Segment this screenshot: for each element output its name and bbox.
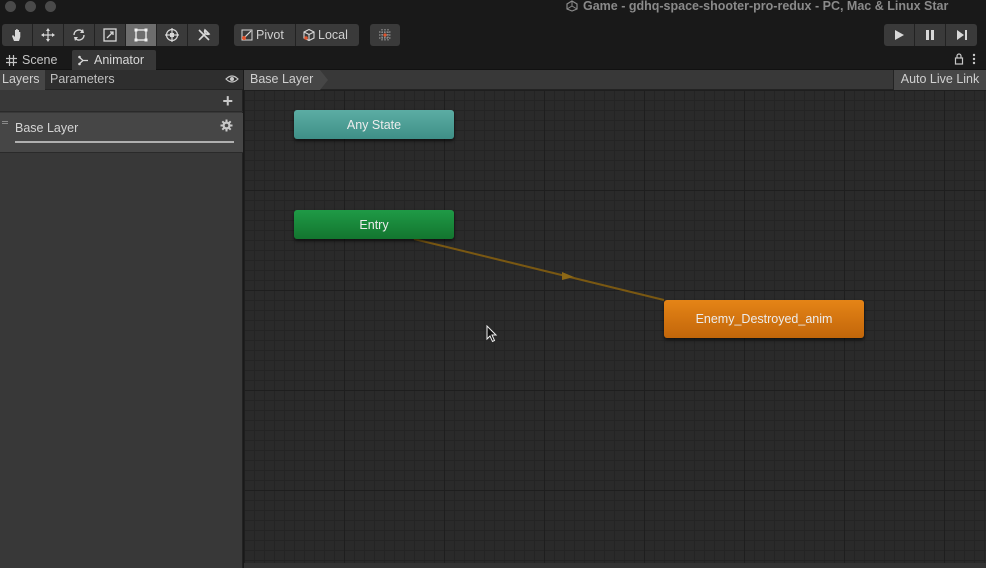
window-title: Game - gdhq-space-shooter-pro-redux - PC…	[566, 0, 948, 14]
layer-name: Base Layer	[15, 121, 79, 135]
animator-graph[interactable]: Base Layer Auto Live Link Any State Entr…	[244, 70, 986, 568]
local-label: Local	[318, 28, 348, 42]
scene-grid-icon	[6, 54, 17, 66]
add-layer-row: +	[0, 90, 243, 112]
lock-icon[interactable]	[954, 53, 964, 65]
graph-bottom-edge	[244, 563, 986, 568]
play-icon	[895, 30, 904, 40]
title-bar: Game - gdhq-space-shooter-pro-redux - PC…	[0, 0, 986, 14]
local-cube-icon	[303, 28, 315, 42]
rect-transform-icon	[134, 28, 148, 42]
add-layer-button[interactable]: +	[222, 92, 233, 110]
tab-scene[interactable]: Scene	[0, 50, 72, 70]
drag-handle-icon[interactable]	[2, 121, 8, 124]
breadcrumb[interactable]: Base Layer	[244, 70, 328, 90]
scale-icon	[103, 28, 117, 42]
move-arrows-icon	[41, 28, 55, 42]
pivot-button[interactable]: Pivot	[234, 24, 296, 46]
layers-panel: Layers Parameters + Base Layer	[0, 70, 243, 568]
tab-animator-label: Animator	[94, 53, 145, 67]
transform-gizmo-icon	[165, 28, 179, 42]
unity-logo-icon	[566, 0, 578, 12]
auto-live-link-button[interactable]: Auto Live Link	[893, 70, 986, 90]
pause-icon	[926, 30, 934, 40]
hand-icon	[12, 29, 21, 41]
layer-weight-slider[interactable]	[15, 141, 234, 143]
play-button[interactable]	[884, 24, 915, 46]
grid-snap-icon	[379, 29, 391, 41]
transform-tools	[2, 24, 219, 46]
rotate-icon	[73, 29, 85, 41]
toolbar: Pivot Local	[0, 14, 986, 50]
tools-icon	[197, 28, 210, 41]
pivot-toggle-group: Pivot Local	[234, 24, 359, 46]
rotate-tool-button[interactable]	[64, 24, 95, 46]
mouse-cursor-icon	[486, 325, 498, 343]
maximize-window-button[interactable]	[45, 1, 56, 12]
tab-layers[interactable]: Layers	[0, 70, 45, 90]
hand-tool-button[interactable]	[2, 24, 33, 46]
local-button[interactable]: Local	[296, 24, 359, 46]
state-entry[interactable]: Entry	[294, 210, 454, 239]
move-tool-button[interactable]	[33, 24, 64, 46]
pivot-label: Pivot	[256, 28, 284, 42]
scale-tool-button[interactable]	[95, 24, 126, 46]
animator-icon	[78, 55, 88, 65]
step-icon	[956, 30, 967, 40]
transition-arrow-icon	[562, 272, 574, 280]
state-enemy-destroyed-anim[interactable]: Enemy_Destroyed_anim	[664, 300, 864, 338]
transition-layer	[413, 238, 665, 301]
transform-tool-button[interactable]	[157, 24, 188, 46]
more-options-icon[interactable]	[972, 53, 976, 65]
step-button[interactable]	[946, 24, 977, 46]
window-title-text: Game - gdhq-space-shooter-pro-redux - PC…	[583, 0, 949, 13]
pivot-icon	[241, 29, 253, 41]
grid-snap-button[interactable]	[370, 24, 400, 46]
gear-icon[interactable]	[220, 119, 233, 132]
tab-actions	[954, 53, 976, 65]
graph-header: Base Layer Auto Live Link	[244, 70, 986, 90]
rect-tool-button[interactable]	[126, 24, 157, 46]
window-tab-bar: Scene Animator	[0, 50, 986, 70]
tab-animator[interactable]: Animator	[72, 50, 156, 70]
layers-panel-tabs: Layers Parameters	[0, 70, 243, 90]
state-any-state[interactable]: Any State	[294, 110, 454, 139]
transition-entry-to-enemy[interactable]	[413, 238, 665, 301]
pause-button[interactable]	[915, 24, 946, 46]
tab-scene-label: Scene	[22, 53, 58, 67]
eye-icon[interactable]	[225, 74, 239, 84]
close-window-button[interactable]	[5, 1, 16, 12]
minimize-window-button[interactable]	[25, 1, 36, 12]
tab-parameters[interactable]: Parameters	[46, 70, 120, 90]
layer-item-base-layer[interactable]: Base Layer	[0, 113, 243, 153]
playback-controls	[884, 24, 977, 46]
custom-tool-button[interactable]	[188, 24, 219, 46]
